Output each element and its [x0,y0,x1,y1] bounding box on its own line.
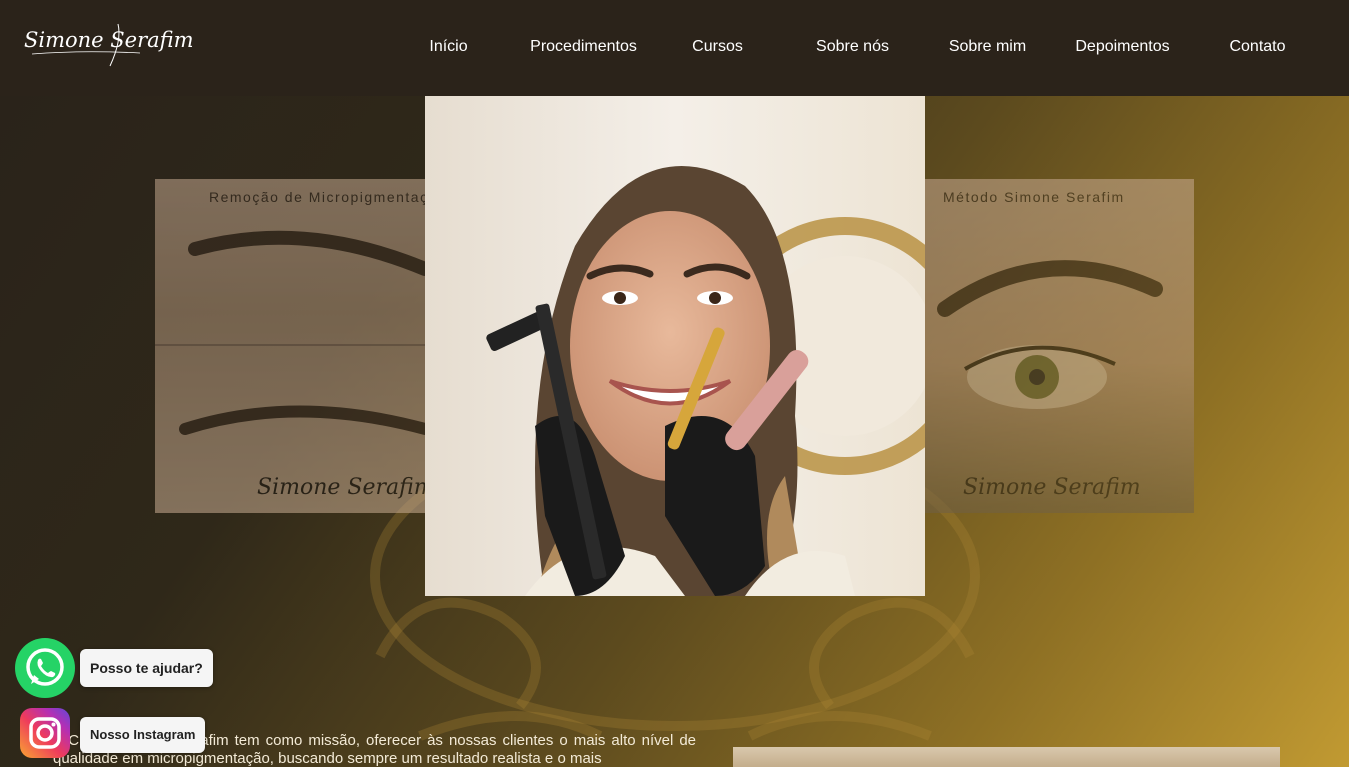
whatsapp-icon[interactable] [15,638,75,698]
clinic-photo [733,747,1280,767]
hero-portrait-photo [425,96,925,596]
site-header: Simone Serafim Início Procedimentos Curs… [0,0,1349,96]
nav-cursos[interactable]: Cursos [650,38,785,56]
nav-sobre-nos[interactable]: Sobre nós [785,38,920,56]
nav-contato[interactable]: Contato [1190,38,1325,56]
logo[interactable]: Simone Serafim [22,20,194,72]
carousel-left-signature: Simone Serafim [257,475,425,500]
carousel-card-left[interactable]: Remoção de Micropigmentação Simone Seraf… [155,179,425,513]
nav-depoimentos[interactable]: Depoimentos [1055,38,1190,56]
whatsapp-glyph [26,648,64,686]
whatsapp-chip[interactable]: Posso te ajudar? [80,649,213,687]
nav-sobre-mim[interactable]: Sobre mim [920,38,1055,56]
instagram-chip[interactable]: Nosso Instagram [80,717,206,753]
eye-illustration-right [937,260,1163,409]
instagram-glyph [29,717,61,749]
nav-inicio[interactable]: Início [381,38,516,56]
logo-flourish [31,23,141,67]
portrait-illustration [425,96,925,596]
carousel-right-signature: Simone Serafim [963,475,1141,500]
nav-procedimentos[interactable]: Procedimentos [516,38,651,56]
carousel-card-right[interactable]: Método Simone Serafim Simone Serafim [925,179,1194,513]
instagram-icon[interactable] [20,708,70,758]
eyebrow-illustration-left [155,230,425,435]
